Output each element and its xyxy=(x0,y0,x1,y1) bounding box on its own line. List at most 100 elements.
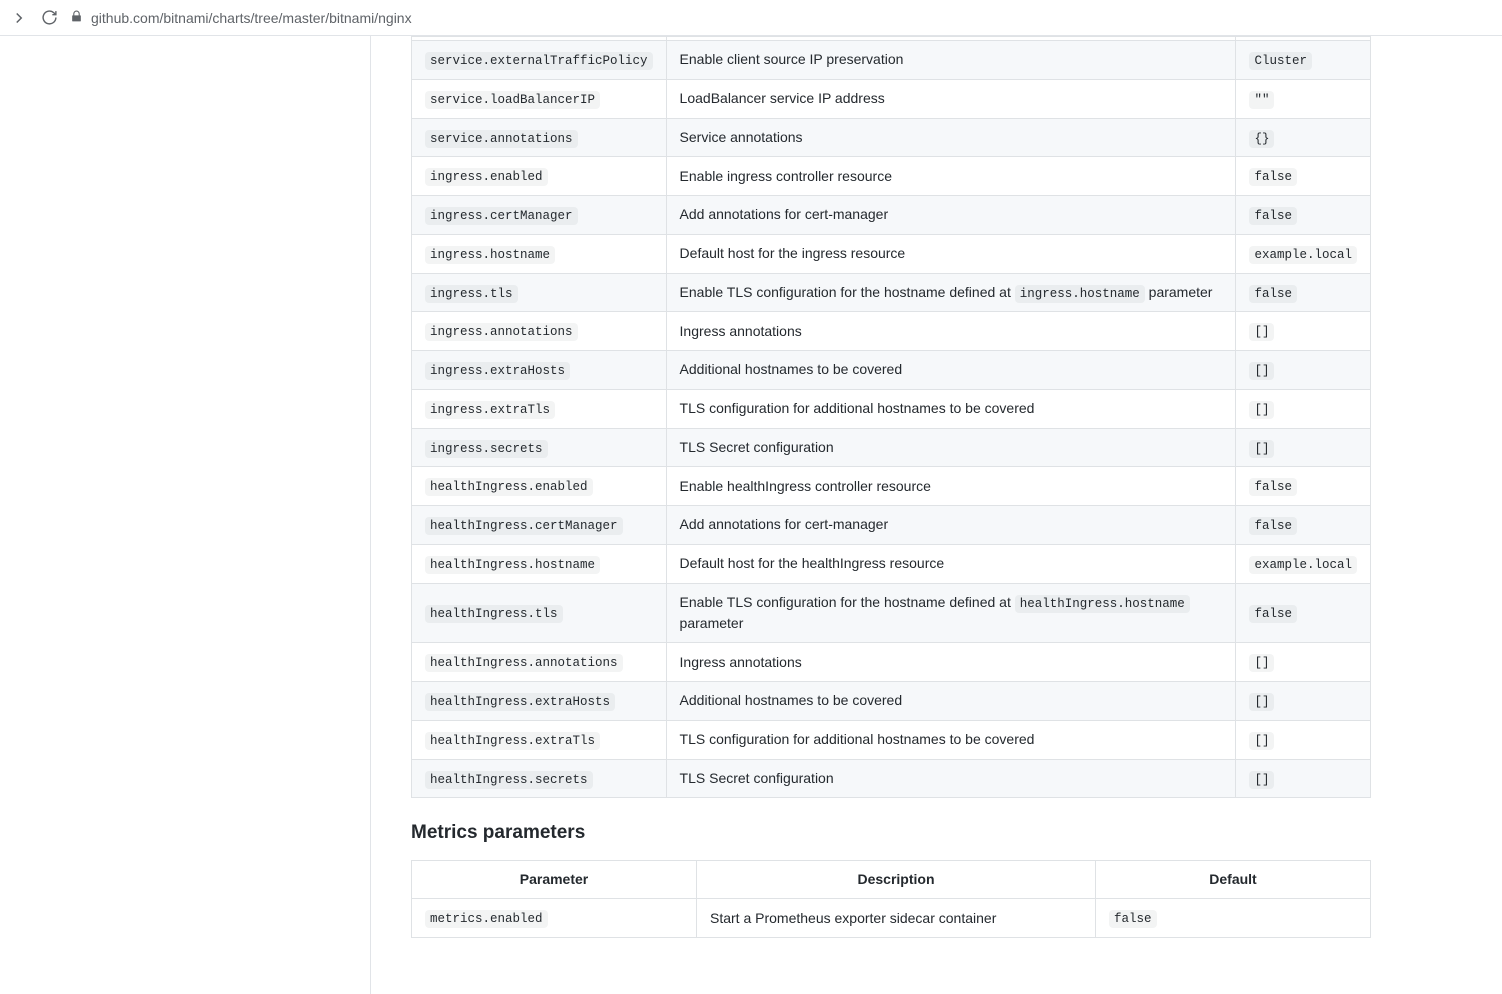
cell-description: Service annotations xyxy=(666,118,1236,157)
inline-code: ingress.extraTls xyxy=(425,401,555,419)
cell-default: [] xyxy=(1236,759,1371,798)
table-header-row: Parameter Description Default xyxy=(412,861,1371,899)
table-row: service.externalTrafficPolicyEnable clie… xyxy=(412,41,1371,80)
inline-code: ingress.tls xyxy=(425,285,518,303)
table-row: ingress.hostname Default host for the ing… xyxy=(412,234,1371,273)
table-row: service.loadBalancerIP LoadBalancer servi… xyxy=(412,79,1371,118)
table-row: ingress.certManagerAdd annotations for c… xyxy=(412,196,1371,235)
cell-description: Enable ingress controller resource xyxy=(666,157,1236,196)
cell-description: TLS Secret configuration xyxy=(666,428,1236,467)
inline-code: example.local xyxy=(1249,556,1357,574)
address-bar[interactable]: github.com/bitnami/charts/tree/master/bi… xyxy=(70,10,412,26)
cell-description: Add annotations for cert-manager xyxy=(666,196,1236,235)
readme-content: service.externalTrafficPolicyEnable clie… xyxy=(371,36,1411,994)
inline-code: {} xyxy=(1249,130,1274,148)
inline-code: healthIngress.hostname xyxy=(1015,595,1190,613)
inline-code: [] xyxy=(1249,362,1274,380)
header-description: Description xyxy=(697,861,1096,899)
left-sidebar-spacer xyxy=(91,36,371,994)
cell-description: Add annotations for cert-manager xyxy=(666,506,1236,545)
cell-parameter: metrics.enabled xyxy=(412,899,697,938)
cell-parameter: healthIngress.tls xyxy=(412,583,667,643)
cell-default: {} xyxy=(1236,118,1371,157)
cell-parameter: ingress.enabled xyxy=(412,157,667,196)
cell-parameter: healthIngress.extraHosts xyxy=(412,682,667,721)
table-row: healthIngress.enabled Enable healthIngres… xyxy=(412,467,1371,506)
table-row: healthIngress.certManager Add annotations… xyxy=(412,506,1371,545)
metrics-parameters-table: Parameter Description Default metrics.en… xyxy=(411,860,1371,938)
table-row: ingress.extraHostsAdditional hostnames t… xyxy=(412,351,1371,390)
table-row: healthIngress.secretsTLS Secret configur… xyxy=(412,759,1371,798)
cell-parameter: ingress.annotations xyxy=(412,312,667,351)
inline-code: [] xyxy=(1249,401,1274,419)
inline-code: healthIngress.tls xyxy=(425,605,563,623)
cell-default: example.local xyxy=(1236,234,1371,273)
inline-code: ingress.hostname xyxy=(1015,285,1145,303)
cell-default: [] xyxy=(1236,682,1371,721)
cell-default: false xyxy=(1236,506,1371,545)
cell-description: Enable client source IP preservation xyxy=(666,41,1236,80)
cell-parameter: healthIngress.extraTls xyxy=(412,720,667,759)
inline-code: healthIngress.enabled xyxy=(425,478,593,496)
cell-default: example.local xyxy=(1236,544,1371,583)
cell-default: false xyxy=(1236,157,1371,196)
cell-default: [] xyxy=(1236,720,1371,759)
inline-code: healthIngress.secrets xyxy=(425,771,593,789)
cell-parameter: healthIngress.secrets xyxy=(412,759,667,798)
cell-description: Enable healthIngress controller resource xyxy=(666,467,1236,506)
header-default: Default xyxy=(1096,861,1371,899)
inline-code: false xyxy=(1249,168,1297,186)
cell-default: false xyxy=(1236,196,1371,235)
inline-code: healthIngress.certManager xyxy=(425,517,623,535)
table-row: ingress.enabledEnable ingress controller… xyxy=(412,157,1371,196)
cell-parameter: ingress.certManager xyxy=(412,196,667,235)
cell-default: false xyxy=(1236,467,1371,506)
cell-description: LoadBalancer service IP address xyxy=(666,79,1236,118)
cell-parameter: ingress.extraHosts xyxy=(412,351,667,390)
cell-description: Additional hostnames to be covered xyxy=(666,351,1236,390)
inline-code: healthIngress.hostname xyxy=(425,556,600,574)
inline-code: service.loadBalancerIP xyxy=(425,91,600,109)
exposure-parameters-table: service.externalTrafficPolicyEnable clie… xyxy=(411,36,1371,798)
inline-code: metrics.enabled xyxy=(425,910,548,928)
inline-code: false xyxy=(1249,605,1297,623)
forward-icon[interactable] xyxy=(10,9,28,27)
cell-description: Additional hostnames to be covered xyxy=(666,682,1236,721)
cell-parameter: service.externalTrafficPolicy xyxy=(412,41,667,80)
cell-description: Default host for the ingress resource xyxy=(666,234,1236,273)
cell-description: Default host for the healthIngress resou… xyxy=(666,544,1236,583)
table-row: ingress.secrets TLS Secret configuration[… xyxy=(412,428,1371,467)
cell-description: Start a Prometheus exporter sidecar cont… xyxy=(697,899,1096,938)
cell-parameter: healthIngress.certManager xyxy=(412,506,667,545)
cell-parameter: service.annotations xyxy=(412,118,667,157)
inline-code: false xyxy=(1249,517,1297,535)
inline-code: ingress.hostname xyxy=(425,246,555,264)
inline-code: [] xyxy=(1249,771,1274,789)
inline-code: ingress.annotations xyxy=(425,323,578,341)
inline-code: healthIngress.extraTls xyxy=(425,732,600,750)
cell-default: [] xyxy=(1236,428,1371,467)
table-row: healthIngress.extraTlsTLS configuration … xyxy=(412,720,1371,759)
table-row: healthIngress.tls Enable TLS configuratio… xyxy=(412,583,1371,643)
cell-parameter: healthIngress.annotations xyxy=(412,643,667,682)
cell-parameter: ingress.tls xyxy=(412,273,667,312)
cell-parameter: ingress.secrets xyxy=(412,428,667,467)
inline-code: [] xyxy=(1249,732,1274,750)
inline-code: false xyxy=(1109,910,1157,928)
table-row: ingress.tls Enable TLS configuration for … xyxy=(412,273,1371,312)
cell-default: false xyxy=(1096,899,1371,938)
table-row: ingress.extraTlsTLS configuration for ad… xyxy=(412,389,1371,428)
url-text: github.com/bitnami/charts/tree/master/bi… xyxy=(91,10,412,26)
inline-code: [] xyxy=(1249,323,1274,341)
table-row: healthIngress.annotationsIngress annotat… xyxy=(412,643,1371,682)
reload-icon[interactable] xyxy=(40,9,58,27)
cell-parameter: ingress.extraTls xyxy=(412,389,667,428)
cell-parameter: healthIngress.enabled xyxy=(412,467,667,506)
inline-code: false xyxy=(1249,285,1297,303)
inline-code: ingress.secrets xyxy=(425,440,548,458)
cell-description: Enable TLS configuration for the hostnam… xyxy=(666,273,1236,312)
cell-description: Ingress annotations xyxy=(666,312,1236,351)
inline-code: [] xyxy=(1249,693,1274,711)
cell-description: Enable TLS configuration for the hostnam… xyxy=(666,583,1236,643)
cell-default: Cluster xyxy=(1236,41,1371,80)
